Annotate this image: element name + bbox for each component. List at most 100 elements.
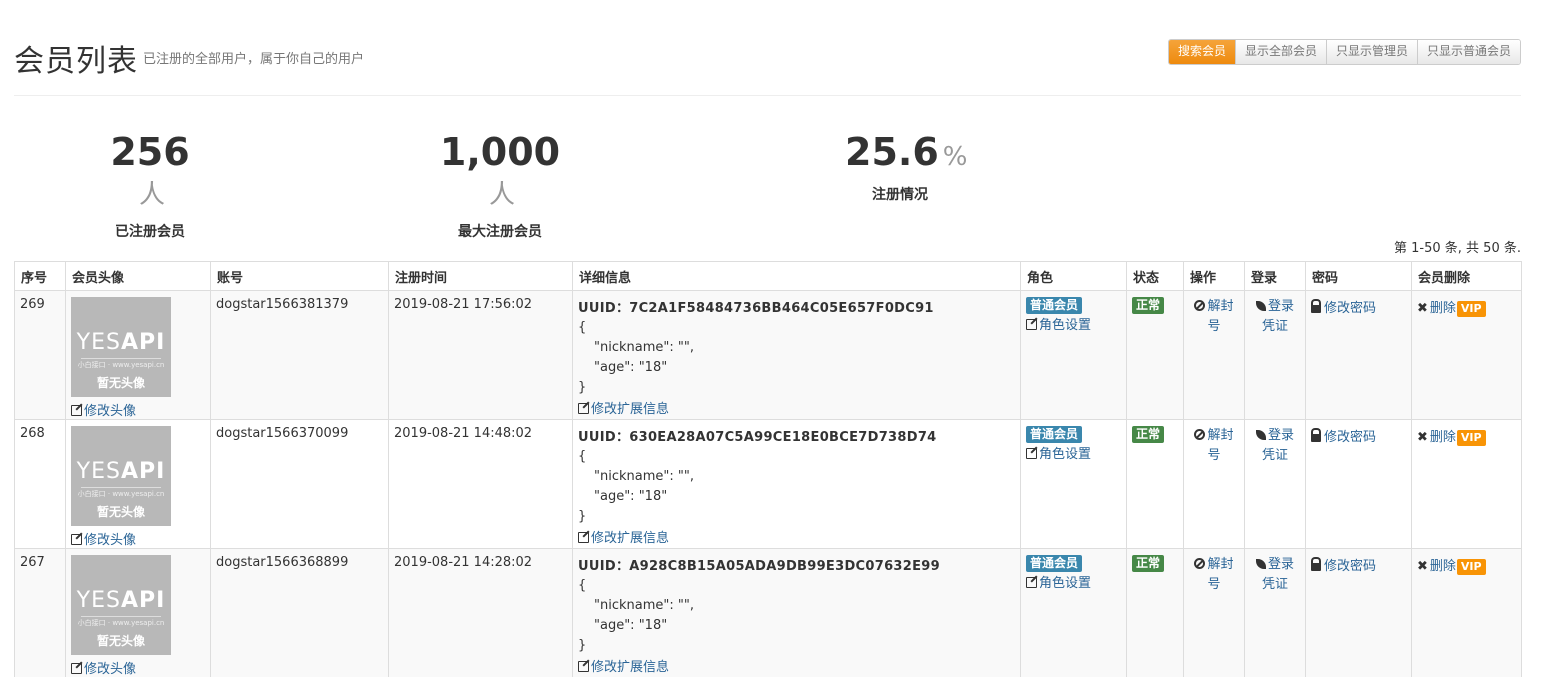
edit-avatar-link-wrap[interactable]: 修改头像: [71, 400, 205, 419]
login-token-link[interactable]: 登录: [1268, 428, 1294, 443]
edit-icon: [71, 534, 82, 545]
edit-ext-link[interactable]: 修改扩展信息: [591, 531, 669, 546]
password-cell[interactable]: 修改密码: [1305, 419, 1412, 549]
unban-cell[interactable]: 解封号: [1183, 419, 1245, 549]
edit-ext-link-wrap[interactable]: 修改扩展信息: [578, 398, 1015, 417]
edit-avatar-link[interactable]: 修改头像: [84, 533, 136, 548]
role-badge: 普通会员: [1026, 297, 1083, 314]
uuid-value: A928C8B15A05ADA9DB99E3DC07632E99: [629, 559, 940, 574]
json-line: "nickname": "",: [594, 469, 694, 484]
password-cell[interactable]: 修改密码: [1305, 290, 1412, 420]
unban-link[interactable]: 解封: [1207, 299, 1233, 314]
login-token-link[interactable]: 登录: [1268, 299, 1294, 314]
avatar-cell: YESAPI 小白接口 · www.yesapi.cn 暂无头像 修改头像: [65, 290, 211, 420]
delete-link[interactable]: 删除: [1430, 559, 1456, 574]
detail-cell: UUID：630EA28A07C5A99CE18E0BCE7D738D74 { …: [572, 419, 1021, 549]
ban-icon: [1194, 558, 1206, 569]
role-cell: 普通会员 角色设置: [1020, 290, 1127, 420]
show-admins-button[interactable]: 只显示管理员: [1325, 40, 1417, 64]
role-set-link[interactable]: 角色设置: [1039, 447, 1091, 462]
unban-link-2[interactable]: 号: [1207, 577, 1220, 592]
leaf-icon: [1255, 430, 1266, 440]
column-header: 登录: [1244, 261, 1306, 291]
role-set-link-wrap[interactable]: 角色设置: [1026, 572, 1121, 591]
role-cell: 普通会员 角色设置: [1020, 548, 1127, 677]
stat-unit: 人: [488, 180, 515, 210]
edit-ext-link[interactable]: 修改扩展信息: [591, 402, 669, 417]
row-id: 269: [14, 290, 66, 420]
ext-info-json: { "nickname": "", "age": "18" }: [578, 318, 1015, 398]
login-cell[interactable]: 登录凭证: [1244, 548, 1306, 677]
role-set-link-wrap[interactable]: 角色设置: [1026, 443, 1121, 462]
row-id: 267: [14, 548, 66, 677]
json-brace: {: [578, 320, 587, 335]
avatar-cell: YESAPI 小白接口 · www.yesapi.cn 暂无头像 修改头像: [65, 419, 211, 549]
login-cell[interactable]: 登录凭证: [1244, 290, 1306, 420]
status-badge: 正常: [1132, 555, 1165, 572]
change-password-link[interactable]: 修改密码: [1324, 559, 1376, 574]
detail-cell: UUID：7C2A1F58484736BB464C05E657F0DC91 { …: [572, 290, 1021, 420]
logo-text-b: API: [120, 459, 166, 484]
avatar-site-text: 小白接口 · www.yesapi.cn: [77, 490, 165, 498]
delete-link[interactable]: 删除: [1430, 301, 1456, 316]
json-line: "nickname": "",: [594, 340, 694, 355]
role-badge: 普通会员: [1026, 426, 1083, 443]
vip-badge: VIP: [1456, 559, 1486, 575]
edit-icon: [71, 405, 82, 416]
unban-link[interactable]: 解封: [1207, 428, 1233, 443]
change-password-link[interactable]: 修改密码: [1324, 301, 1376, 316]
login-token-link-2[interactable]: 凭证: [1262, 577, 1288, 592]
delete-cell: ✖ 删除 VIP: [1411, 290, 1522, 420]
edit-avatar-link-wrap[interactable]: 修改头像: [71, 658, 205, 677]
column-header: 操作: [1183, 261, 1245, 291]
member-table: 序号 会员头像 账号 注册时间 详细信息 角色 状态 操作 登录 密码 会员删除…: [14, 261, 1522, 677]
account: dogstar1566368899: [210, 548, 389, 677]
edit-ext-link[interactable]: 修改扩展信息: [591, 660, 669, 675]
unban-link[interactable]: 解封: [1207, 557, 1233, 572]
account: dogstar1566381379: [210, 290, 389, 420]
login-token-link-2[interactable]: 凭证: [1262, 319, 1288, 334]
delete-link[interactable]: 删除: [1430, 430, 1456, 445]
close-icon: ✖: [1417, 559, 1428, 574]
show-all-members-button[interactable]: 显示全部会员: [1234, 40, 1326, 64]
edit-icon: [1026, 448, 1037, 459]
stat-registered: 256 人 已注册会员: [100, 130, 200, 241]
login-token-link-2[interactable]: 凭证: [1262, 448, 1288, 463]
register-time: 2019-08-21 14:48:02: [388, 419, 573, 549]
edit-avatar-link[interactable]: 修改头像: [84, 662, 136, 677]
stat-unit: %: [942, 142, 968, 172]
role-set-link[interactable]: 角色设置: [1039, 576, 1091, 591]
password-cell[interactable]: 修改密码: [1305, 548, 1412, 677]
uuid-value: 7C2A1F58484736BB464C05E657F0DC91: [629, 301, 934, 316]
vip-badge: VIP: [1456, 430, 1486, 446]
unban-link-2[interactable]: 号: [1207, 319, 1220, 334]
edit-icon: [71, 663, 82, 674]
edit-ext-link-wrap[interactable]: 修改扩展信息: [578, 527, 1015, 546]
edit-ext-link-wrap[interactable]: 修改扩展信息: [578, 656, 1015, 675]
change-password-link[interactable]: 修改密码: [1324, 430, 1376, 445]
stat-label: 最大注册会员: [458, 224, 542, 240]
json-brace: }: [578, 509, 587, 524]
edit-avatar-link-wrap[interactable]: 修改头像: [71, 529, 205, 548]
json-brace: }: [578, 638, 587, 653]
ext-info-json: { "nickname": "", "age": "18" }: [578, 447, 1015, 527]
filter-button-group: 搜索会员 显示全部会员 只显示管理员 只显示普通会员: [1167, 39, 1521, 65]
vip-badge: VIP: [1456, 301, 1486, 317]
search-members-button[interactable]: 搜索会员: [1168, 40, 1235, 64]
show-normal-members-button[interactable]: 只显示普通会员: [1416, 40, 1520, 64]
table-row: 268 YESAPI 小白接口 · www.yesapi.cn 暂无头像 修改头…: [14, 419, 1522, 549]
unban-cell[interactable]: 解封号: [1183, 548, 1245, 677]
avatar-empty-text: 暂无头像: [96, 376, 145, 390]
avatar-cell: YESAPI 小白接口 · www.yesapi.cn 暂无头像 修改头像: [65, 548, 211, 677]
json-brace: {: [578, 578, 587, 593]
edit-avatar-link[interactable]: 修改头像: [84, 404, 136, 419]
unban-cell[interactable]: 解封号: [1183, 290, 1245, 420]
unban-link-2[interactable]: 号: [1207, 448, 1220, 463]
login-cell[interactable]: 登录凭证: [1244, 419, 1306, 549]
role-badge: 普通会员: [1026, 555, 1083, 572]
stat-ratio: 25.6% 注册情况: [845, 130, 967, 204]
login-token-link[interactable]: 登录: [1268, 557, 1294, 572]
stat-label: 注册情况: [872, 187, 928, 203]
role-set-link[interactable]: 角色设置: [1039, 318, 1091, 333]
role-set-link-wrap[interactable]: 角色设置: [1026, 314, 1121, 333]
